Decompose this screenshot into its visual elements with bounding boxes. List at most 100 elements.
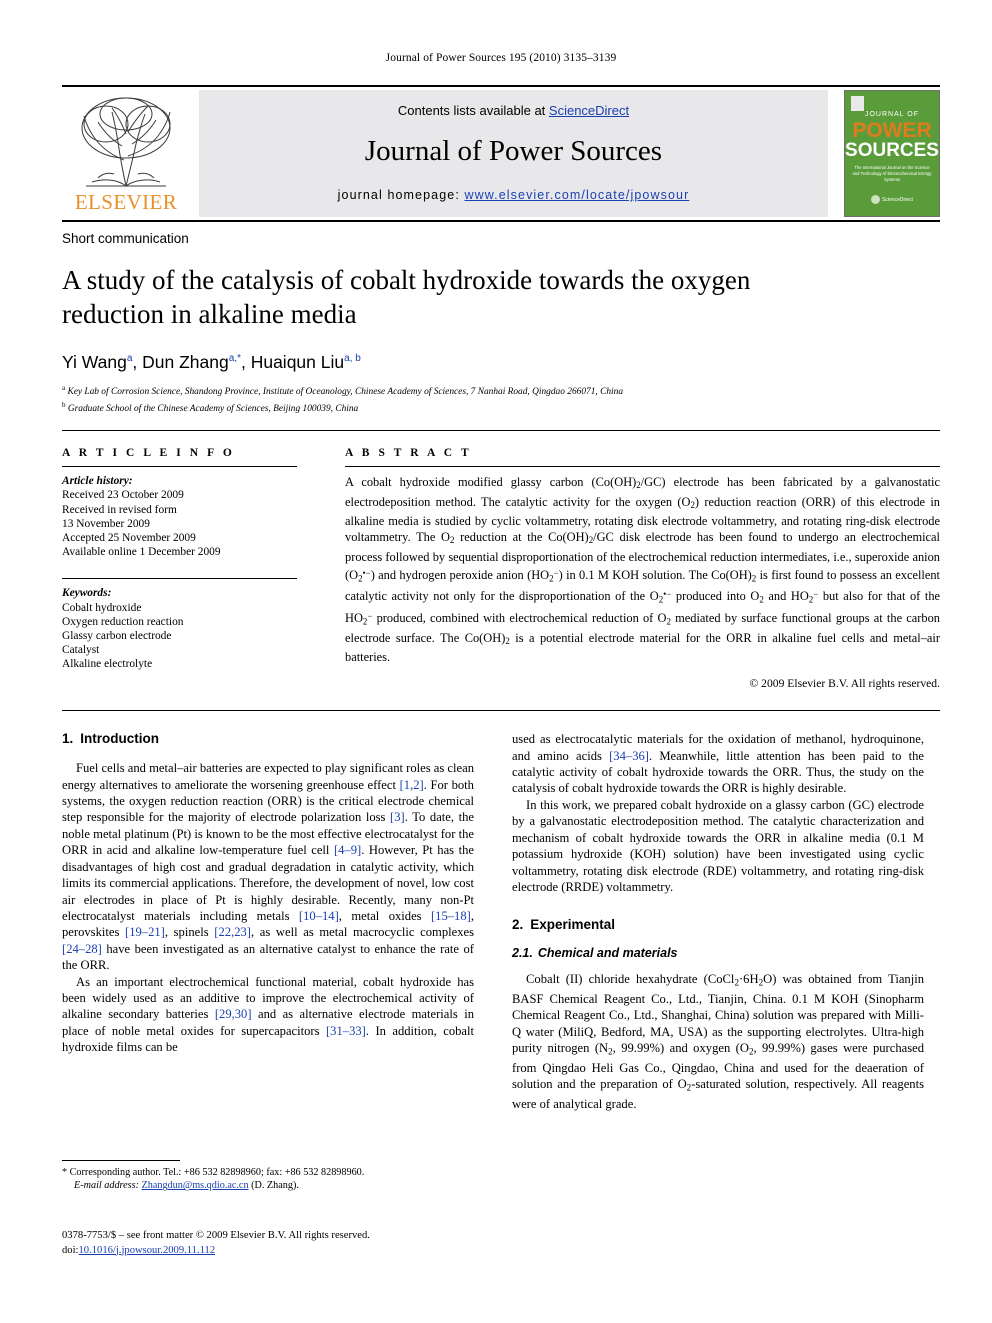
masthead-bottom-rule xyxy=(62,220,940,222)
section-number: 2. xyxy=(512,917,524,933)
paragraph: In this work, we prepared cobalt hydroxi… xyxy=(512,797,924,894)
section-title: Introduction xyxy=(80,731,159,747)
contents-list-line: Contents lists available at ScienceDirec… xyxy=(199,90,828,118)
article-page: Journal of Power Sources 195 (2010) 3135… xyxy=(0,0,992,1323)
email-note: E-mail address: Zhangdun@ms.qdio.ac.cn (… xyxy=(62,1179,474,1192)
cover-sources-label: SOURCES xyxy=(845,140,939,161)
article-info-rule xyxy=(62,466,297,468)
journal-homepage-link[interactable]: www.elsevier.com/locate/jpowsour xyxy=(464,188,689,202)
article-info-column: A R T I C L E I N F O Article history: R… xyxy=(62,447,297,671)
abstract-column: A B S T R A C T A cobalt hydroxide modif… xyxy=(345,447,940,690)
journal-masthead: ELSEVIER Contents lists available at Sci… xyxy=(62,85,940,220)
email-label: E-mail address: xyxy=(74,1180,139,1192)
sciencedirect-link[interactable]: ScienceDirect xyxy=(549,103,629,118)
paragraph: Fuel cells and metal–air batteries are e… xyxy=(62,761,474,973)
history-item: Received 23 October 2009 xyxy=(62,489,184,502)
history-item: Accepted 25 November 2009 xyxy=(62,532,196,545)
journal-cover-thumbnail: JOURNAL OF POWER SOURCES The Internation… xyxy=(844,90,940,217)
affiliation-item: b Graduate School of the Chinese Academy… xyxy=(62,399,940,416)
affiliation-list: a Key Lab of Corrosion Science, Shandong… xyxy=(62,382,940,416)
citation-link[interactable]: [34–36] xyxy=(609,749,649,763)
citation-link[interactable]: [4–9] xyxy=(334,843,361,857)
issn-line: 0378-7753/$ – see front matter © 2009 El… xyxy=(62,1230,370,1241)
running-head: Journal of Power Sources 195 (2010) 3135… xyxy=(385,52,617,64)
cover-publisher-badge xyxy=(851,96,864,111)
citation-link[interactable]: [19–21] xyxy=(125,925,165,939)
doi-label: doi: xyxy=(62,1244,79,1256)
doi-link[interactable]: 10.1016/j.jpowsour.2009.11.112 xyxy=(78,1245,215,1256)
abstract-copyright: © 2009 Elsevier B.V. All rights reserved… xyxy=(749,677,940,691)
homepage-label: journal homepage: xyxy=(337,188,460,202)
citation-link[interactable]: [1,2] xyxy=(400,778,424,792)
body-left-column: 1. Introduction Fuel cells and metal–air … xyxy=(62,731,474,1055)
subsection-title: Chemical and materials xyxy=(537,946,678,961)
footer-block: 0378-7753/$ – see front matter © 2009 El… xyxy=(62,1229,512,1258)
citation-link[interactable]: [29,30] xyxy=(215,1007,252,1021)
affiliation-mark: a xyxy=(62,384,66,392)
journal-title: Journal of Power Sources xyxy=(364,135,663,167)
page-title: A study of the catalysis of cobalt hydro… xyxy=(62,265,751,329)
keyword-item: Oxygen reduction reaction xyxy=(62,615,184,628)
author-name: Yi Wang xyxy=(62,352,127,372)
paragraph: As an important electrochemical function… xyxy=(62,974,475,1055)
subsection-number: 2.1. xyxy=(512,946,533,961)
author-affil-mark: a,* xyxy=(228,353,241,365)
cover-subtitle: The International Journal on the Science… xyxy=(852,165,932,182)
journal-homepage-line: journal homepage: www.elsevier.com/locat… xyxy=(199,168,828,202)
author-name: Dun Zhang xyxy=(142,352,229,372)
paragraph: used as electrocatalytic materials for t… xyxy=(512,732,925,796)
keyword-item: Cobalt hydroxide xyxy=(62,601,142,614)
history-item: 13 November 2009 xyxy=(62,517,150,530)
footnote-rule xyxy=(62,1160,180,1161)
journal-banner: Contents lists available at ScienceDirec… xyxy=(199,90,828,217)
elsevier-wordmark: ELSEVIER xyxy=(74,190,178,214)
section-heading-introduction: 1. Introduction xyxy=(62,731,474,746)
affiliation-text: Key Lab of Corrosion Science, Shandong P… xyxy=(67,387,624,398)
cover-sciencedirect-logo: ScienceDirect xyxy=(845,195,939,204)
history-item: Received in revised form xyxy=(62,503,177,516)
abstract-heading: A B S T R A C T xyxy=(345,447,472,460)
abstract-bottom-rule xyxy=(62,710,940,712)
section-number: 1. xyxy=(62,731,74,747)
abstract-rule xyxy=(345,466,940,468)
page-inner: Journal of Power Sources 195 (2010) 3135… xyxy=(62,0,940,1201)
article-history-block: Article history: Received 23 October 200… xyxy=(62,474,297,559)
cover-footer-text: ScienceDirect xyxy=(882,196,913,203)
affiliation-mark: b xyxy=(62,401,66,410)
paragraph: Cobalt (II) chloride hexahydrate (CoCl2·… xyxy=(512,972,924,1111)
section-heading-experimental: 2. Experimental xyxy=(512,917,924,932)
abstract-text: A cobalt hydroxide modified glassy carbo… xyxy=(345,475,941,664)
author-list: Yi Wanga, Dun Zhanga,*, Huaiqun Liua, b xyxy=(62,352,361,372)
footnote-block: * Corresponding author. Tel.: +86 532 82… xyxy=(62,1160,474,1193)
keyword-item: Alkaline electrolyte xyxy=(62,658,153,671)
author-affil-mark: a xyxy=(126,353,133,365)
affiliation-text: Graduate School of the Chinese Academy o… xyxy=(67,404,359,415)
affiliation-item: a Key Lab of Corrosion Science, Shandong… xyxy=(62,382,940,399)
section-title: Experimental xyxy=(530,917,616,933)
cover-logo-dot xyxy=(871,195,881,204)
citation-link[interactable]: [31–33] xyxy=(326,1024,366,1038)
corresponding-author-note: * Corresponding author. Tel.: +86 532 82… xyxy=(62,1167,365,1178)
keyword-item: Catalyst xyxy=(62,644,100,657)
citation-link[interactable]: [3] xyxy=(390,810,405,824)
citation-link[interactable]: [22,23] xyxy=(214,925,251,939)
info-abstract-region: A R T I C L E I N F O Article history: R… xyxy=(62,447,940,697)
doi-line: doi:10.1016/j.jpowsour.2009.11.112 xyxy=(62,1244,512,1259)
keywords-rule xyxy=(62,578,297,580)
citation-link[interactable]: [10–14] xyxy=(299,909,339,923)
body-right-column: used as electrocatalytic materials for t… xyxy=(512,731,924,1112)
subsection-heading-chemicals: 2.1. Chemical and materials xyxy=(512,946,924,960)
email-suffix: (D. Zhang). xyxy=(251,1180,299,1192)
author-name: Huaiqun Liu xyxy=(250,352,345,372)
citation-link[interactable]: [24–28] xyxy=(62,942,102,956)
keywords-label: Keywords: xyxy=(62,587,112,600)
email-link[interactable]: Zhangdun@ms.qdio.ac.cn xyxy=(142,1180,249,1191)
article-info-heading: A R T I C L E I N F O xyxy=(62,447,235,460)
body-columns: 1. Introduction Fuel cells and metal–air … xyxy=(62,731,940,1201)
author-affil-mark: a, b xyxy=(344,353,361,365)
history-item: Available online 1 December 2009 xyxy=(62,546,221,559)
citation-link[interactable]: [15–18] xyxy=(431,909,471,923)
keyword-item: Glassy carbon electrode xyxy=(62,630,172,643)
